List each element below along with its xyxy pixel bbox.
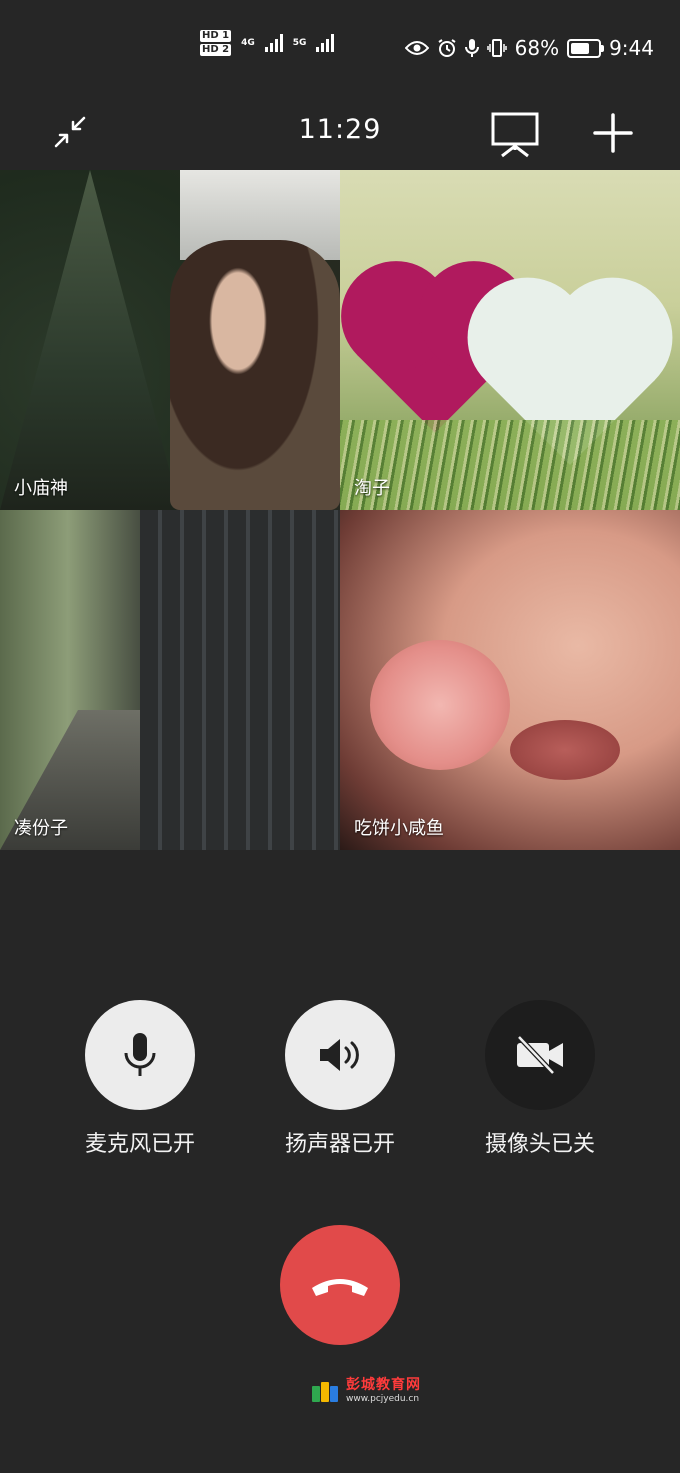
speaker-icon — [320, 1039, 359, 1071]
call-top-bar: 11:29 — [0, 100, 680, 168]
participant-tile-2[interactable]: 淘子 — [340, 170, 680, 510]
battery-percent: 68% — [514, 36, 560, 60]
hd-indicator: HD 1 HD 2 — [200, 30, 232, 56]
vibrate-icon — [486, 39, 507, 57]
signal-strength-icon — [264, 34, 283, 52]
screen-share-icon[interactable] — [490, 110, 540, 158]
status-icons: 68% 9:44 — [404, 36, 654, 60]
participant-tile-3[interactable]: 凑份子 — [0, 510, 340, 850]
watermark: 彭城教育网 www.pcjyedu.cn — [312, 1378, 421, 1404]
participant-name: 淘子 — [354, 478, 390, 499]
call-controls: 麦克风已开 扬声器已开 摄像头已关 — [0, 1000, 680, 1170]
add-participant-icon[interactable] — [592, 112, 634, 154]
hang-up-icon — [312, 1279, 368, 1296]
participant-name: 小庙神 — [14, 478, 68, 499]
status-clock: 9:44 — [609, 36, 654, 60]
alarm-icon — [438, 39, 456, 57]
participant-grid: 小庙神 淘子 凑份子 吃饼小咸鱼 — [0, 170, 680, 850]
participant-tile-1[interactable]: 小庙神 — [0, 170, 340, 510]
microphone-icon — [124, 1033, 156, 1076]
watermark-url: www.pcjyedu.cn — [346, 1394, 420, 1404]
hd1-badge: HD 1 — [200, 30, 232, 42]
book-logo-icon — [312, 1380, 340, 1402]
signal-group: HD 1 HD 2 4G 5G — [200, 30, 335, 56]
watermark-name: 彭城教育网 — [346, 1377, 421, 1393]
hang-up-button[interactable] — [280, 1225, 400, 1345]
christmas-tree-image — [0, 170, 180, 510]
signal-strength-icon-2 — [316, 34, 335, 52]
microphone-label: 麦克风已开 — [84, 1132, 195, 1157]
camera-label: 摄像头已关 — [484, 1132, 595, 1157]
camera-button[interactable]: 摄像头已关 — [450, 1000, 630, 1158]
battery-icon — [567, 38, 605, 58]
participant-name: 吃饼小咸鱼 — [354, 818, 444, 839]
status-bar: HD 1 HD 2 4G 5G 68% 9:44 — [0, 0, 680, 100]
camera-off-icon — [517, 1035, 563, 1075]
hd2-badge: HD 2 — [200, 44, 232, 56]
speaker-button[interactable]: 扬声器已开 — [250, 1000, 430, 1158]
speaker-label: 扬声器已开 — [284, 1132, 395, 1157]
participant-video-1 — [170, 240, 340, 510]
microphone-button[interactable]: 麦克风已开 — [50, 1000, 230, 1158]
eye-icon — [404, 41, 429, 55]
rose-image — [370, 640, 510, 770]
network-type-1: 4G — [241, 38, 255, 48]
network-type-2: 5G — [292, 38, 307, 48]
participant-name: 凑份子 — [14, 818, 68, 839]
participant-tile-4[interactable]: 吃饼小咸鱼 — [340, 510, 680, 850]
microphone-status-icon — [464, 39, 479, 57]
call-timer: 11:29 — [298, 114, 382, 145]
